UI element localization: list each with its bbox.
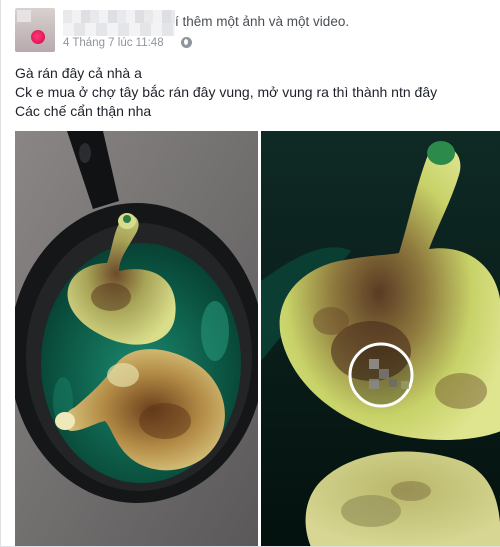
post-line-1: Gà rán đây cả nhà a xyxy=(15,65,142,81)
feed-post: í thêm một ảnh và một video. 4 Tháng 7 l… xyxy=(0,0,500,547)
post-photo[interactable] xyxy=(15,131,258,547)
post-action-text: í thêm một ảnh và một video. xyxy=(175,14,350,29)
post-line-3: Các chế cẩn thận nha xyxy=(15,103,152,119)
post-timestamp[interactable]: 4 Tháng 7 lúc 11:48 xyxy=(63,37,164,49)
avatar[interactable] xyxy=(15,8,55,52)
post-video[interactable] xyxy=(261,131,500,547)
play-icon[interactable] xyxy=(348,342,414,408)
author-name-blurred[interactable] xyxy=(63,10,175,36)
post-line-2: Ck e mua ở chợ tây bắc rán đây vung, mở … xyxy=(15,84,438,100)
fried-chicken-pan-image xyxy=(15,131,258,547)
avatar-image xyxy=(31,30,45,44)
post-body: Gà rán đây cả nhà a Ck e mua ở chợ tây b… xyxy=(15,64,485,121)
avatar-pixelation xyxy=(17,10,31,22)
globe-icon[interactable] xyxy=(181,37,192,48)
fried-chicken-closeup-image xyxy=(261,131,500,547)
